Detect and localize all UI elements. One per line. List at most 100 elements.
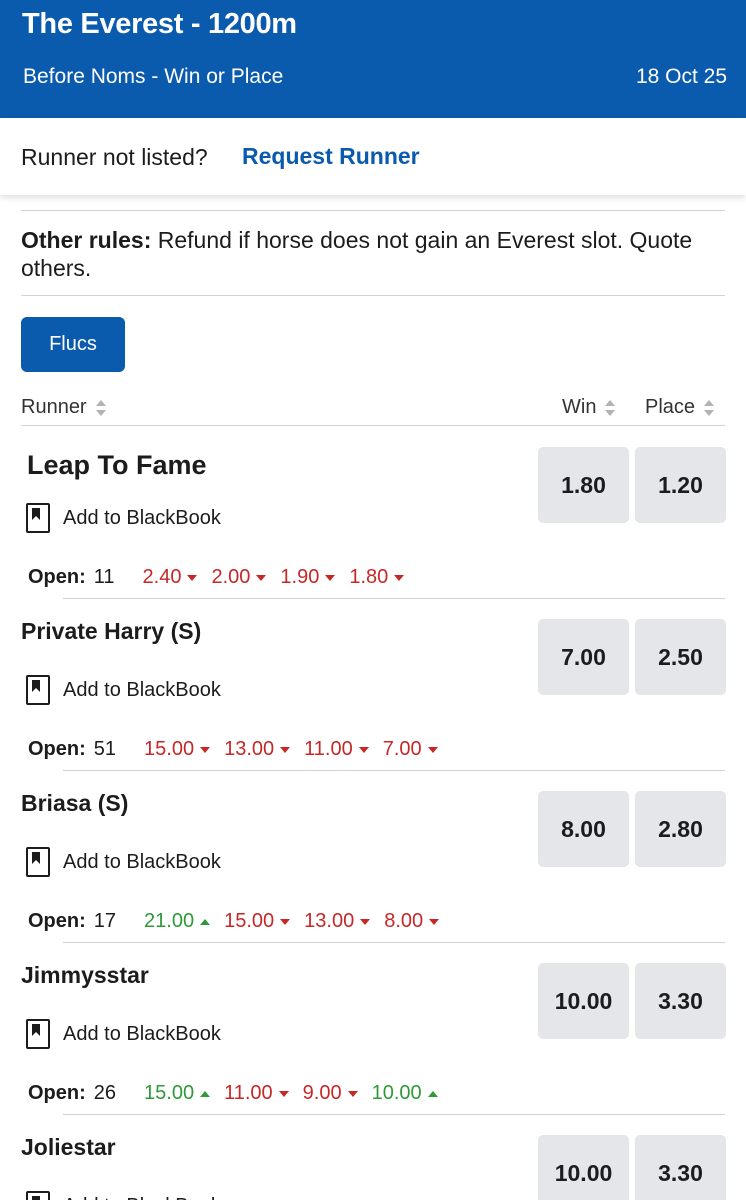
add-to-blackbook-label: Add to BlackBook <box>63 506 221 529</box>
divider <box>63 598 725 599</box>
fluc-price: 11.00 <box>224 1082 289 1105</box>
add-to-blackbook-label: Add to BlackBook <box>63 678 221 701</box>
blackbook-icon <box>26 1191 50 1200</box>
win-odds-button[interactable]: 10.00 <box>538 963 629 1039</box>
down-arrow-icon <box>280 918 291 925</box>
request-runner-bar: Runner not listed? Request Runner <box>0 118 746 195</box>
open-price: 26 <box>93 1082 117 1104</box>
win-odds-button[interactable]: 1.80 <box>538 447 629 523</box>
win-column-header[interactable]: Win <box>562 396 616 419</box>
divider <box>21 425 725 426</box>
sort-icon <box>95 398 107 418</box>
market-type: Before Noms - Win or Place <box>23 65 284 88</box>
fluc-price: 1.90 <box>280 566 336 589</box>
runner-row: Jimmysstar Add to BlackBook 10.00 3.30 O… <box>0 946 746 1118</box>
add-to-blackbook-label: Add to BlackBook <box>63 1022 221 1045</box>
fluc-price: 15.00 <box>144 1082 211 1105</box>
down-arrow-icon <box>358 746 369 753</box>
fluc-price: 21.00 <box>144 910 211 933</box>
down-arrow-icon <box>187 574 198 581</box>
request-runner-link[interactable]: Request Runner <box>242 143 420 170</box>
runner-name[interactable]: Joliestar <box>21 1134 116 1161</box>
race-date: 18 Oct 25 <box>635 65 727 88</box>
flucs-row: Open: 11 2.40 2.00 1.90 1.80 <box>28 566 418 589</box>
up-arrow-icon <box>200 918 211 925</box>
up-arrow-icon <box>427 1090 438 1097</box>
add-to-blackbook-button[interactable]: Add to BlackBook <box>26 503 221 533</box>
win-column-label: Win <box>562 396 597 418</box>
down-arrow-icon <box>427 746 438 753</box>
runner-column-label: Runner <box>21 396 87 418</box>
open-label: Open: <box>28 738 86 760</box>
down-arrow-icon <box>360 918 371 925</box>
divider <box>63 1114 725 1115</box>
add-to-blackbook-label: Add to BlackBook <box>63 1195 221 1200</box>
fluc-price: 7.00 <box>383 738 438 761</box>
runner-name[interactable]: Jimmysstar <box>21 962 149 989</box>
place-column-label: Place <box>645 396 696 418</box>
open-label: Open: <box>28 1082 86 1104</box>
up-arrow-icon <box>200 1090 211 1097</box>
runner-row: Private Harry (S) Add to BlackBook 7.00 … <box>0 602 746 774</box>
win-odds-button[interactable]: 8.00 <box>538 791 629 867</box>
runner-row: Leap To Fame Add to BlackBook 1.80 1.20 … <box>0 430 746 602</box>
add-to-blackbook-button[interactable]: Add to BlackBook <box>26 1019 221 1049</box>
down-arrow-icon <box>325 574 336 581</box>
divider <box>21 210 725 211</box>
other-rules: Other rules: Refund if horse does not ga… <box>21 226 725 282</box>
add-to-blackbook-button[interactable]: Add to BlackBook <box>26 1191 221 1200</box>
flucs-row: Open: 26 15.00 11.00 9.00 10.00 <box>28 1082 452 1105</box>
down-arrow-icon <box>394 574 405 581</box>
fluc-price: 15.00 <box>144 738 211 761</box>
divider <box>21 295 725 296</box>
race-title: The Everest - 1200m <box>22 8 297 40</box>
fluc-price: 2.00 <box>211 566 267 589</box>
fluc-price: 2.40 <box>143 566 198 589</box>
open-price: 51 <box>93 738 117 760</box>
flucs-row: Open: 51 15.00 13.00 11.00 7.00 <box>28 738 452 761</box>
market-header: The Everest - 1200m Before Noms - Win or… <box>0 0 746 118</box>
add-to-blackbook-label: Add to BlackBook <box>63 850 221 873</box>
down-arrow-icon <box>347 1090 358 1097</box>
blackbook-icon <box>26 675 50 705</box>
open-label: Open: <box>28 566 86 588</box>
fluc-price: 13.00 <box>304 910 371 933</box>
place-odds-button[interactable]: 3.30 <box>635 1135 726 1200</box>
place-odds-button[interactable]: 3.30 <box>635 963 726 1039</box>
place-odds-button[interactable]: 2.50 <box>635 619 726 695</box>
place-odds-button[interactable]: 2.80 <box>635 791 726 867</box>
runner-column-header[interactable]: Runner <box>21 396 107 419</box>
fluc-price: 1.80 <box>349 566 405 589</box>
down-arrow-icon <box>429 918 440 925</box>
down-arrow-icon <box>256 574 267 581</box>
divider <box>63 942 725 943</box>
add-to-blackbook-button[interactable]: Add to BlackBook <box>26 675 221 705</box>
place-column-header[interactable]: Place <box>645 396 715 419</box>
fluc-price: 11.00 <box>304 738 369 761</box>
sort-icon <box>703 398 715 418</box>
divider <box>63 770 725 771</box>
blackbook-icon <box>26 847 50 877</box>
win-odds-button[interactable]: 7.00 <box>538 619 629 695</box>
runner-name[interactable]: Briasa (S) <box>21 790 128 817</box>
runner-name[interactable]: Private Harry (S) <box>21 618 201 645</box>
win-odds-button[interactable]: 10.00 <box>538 1135 629 1200</box>
blackbook-icon <box>26 1019 50 1049</box>
down-arrow-icon <box>280 746 291 753</box>
add-to-blackbook-button[interactable]: Add to BlackBook <box>26 847 221 877</box>
other-rules-label: Other rules: <box>21 227 152 253</box>
place-odds-button[interactable]: 1.20 <box>635 447 726 523</box>
open-label: Open: <box>28 910 86 932</box>
fluc-price: 10.00 <box>372 1082 438 1105</box>
flucs-button[interactable]: Flucs <box>21 317 125 372</box>
runner-row: Briasa (S) Add to BlackBook 8.00 2.80 Op… <box>0 774 746 946</box>
sort-icon <box>604 398 616 418</box>
runner-row: Joliestar Add to BlackBook 10.00 3.30 <box>0 1118 746 1200</box>
down-arrow-icon <box>278 1090 289 1097</box>
open-price: 17 <box>93 910 117 932</box>
fluc-price: 15.00 <box>224 910 291 933</box>
fluc-price: 13.00 <box>224 738 291 761</box>
fluc-price: 8.00 <box>384 910 440 933</box>
fluc-price: 9.00 <box>303 1082 358 1105</box>
runner-name[interactable]: Leap To Fame <box>27 450 207 481</box>
